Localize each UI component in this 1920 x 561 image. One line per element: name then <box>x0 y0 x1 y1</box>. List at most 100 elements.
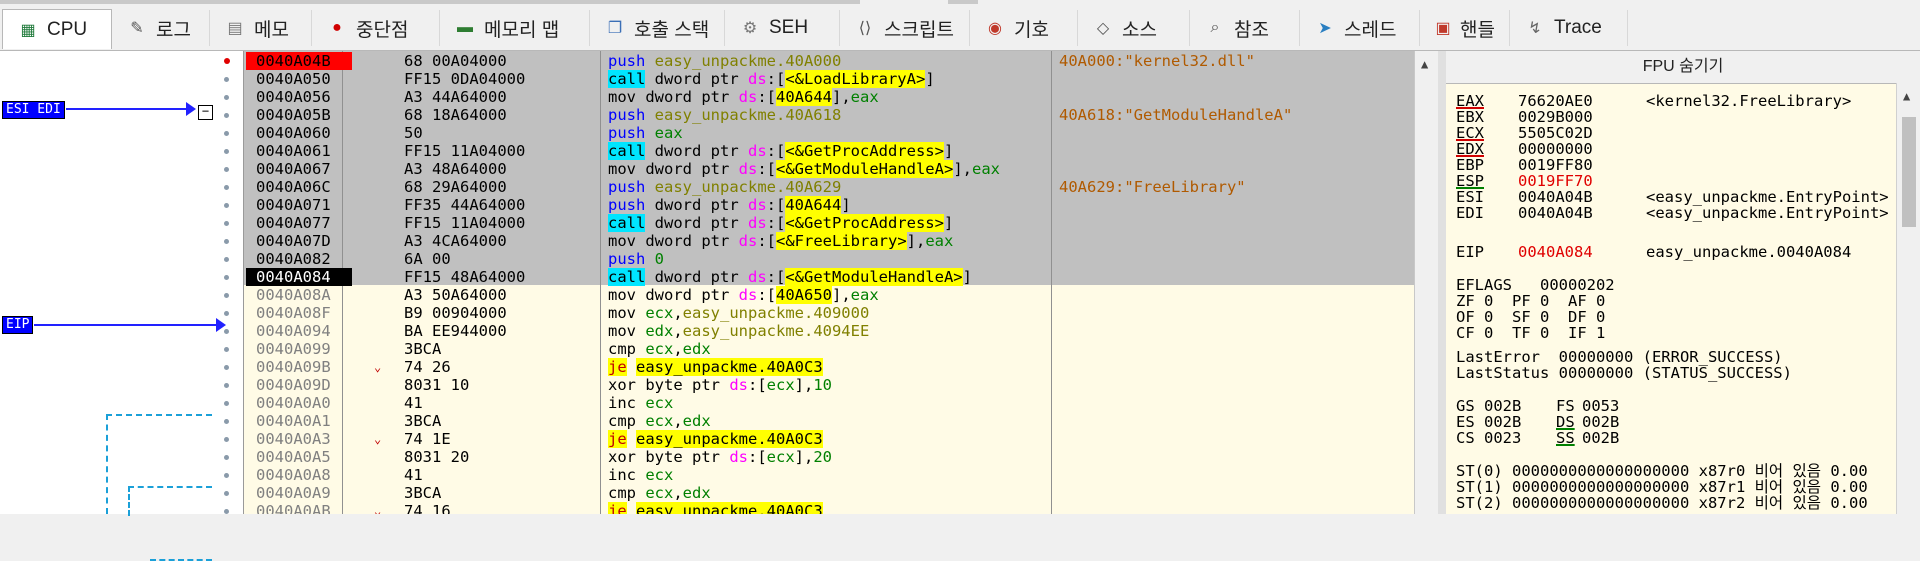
disasm-row[interactable]: 0040A071 FF35 44A64000 push dword ptr ds:[… <box>244 196 1414 214</box>
tab-notes[interactable]: ▤ 메모 <box>210 10 312 46</box>
register-row[interactable]: EDI 0040A04B <easy_unpackme.EntryPoint> <box>1456 205 1889 221</box>
tab-cpu[interactable]: ▦ CPU <box>2 9 112 49</box>
disasm-row[interactable]: 0040A0AB ⌄ 74 16 je easy_unpackme.40A0C3 <box>244 502 1414 514</box>
disasm-row[interactable]: 0040A060 50 push eax <box>244 124 1414 142</box>
breakpoint-dot[interactable] <box>224 58 230 64</box>
line-dot[interactable] <box>224 419 229 424</box>
tab-call-stack[interactable]: ❐ 호출 스택 <box>590 10 725 46</box>
scroll-up-icon[interactable]: ▲ <box>1421 57 1428 71</box>
disasm-row[interactable]: 0040A08A A3 50A64000 mov dword ptr ds:[40A… <box>244 286 1414 304</box>
tab-memory-map[interactable]: ▬ 메모리 맵 <box>440 10 590 46</box>
line-dot[interactable] <box>224 437 229 442</box>
segment-row[interactable]: CS 0023 SS 002B <box>1456 430 1619 446</box>
line-dot[interactable] <box>224 329 229 334</box>
tab-trace[interactable]: ↯ Trace <box>1510 10 1628 46</box>
line-dot[interactable] <box>224 509 229 514</box>
register-row[interactable]: EBP 0019FF80 <box>1456 157 1646 173</box>
register-row[interactable]: ECX 5505C02D <box>1456 125 1646 141</box>
tab-symbols[interactable]: ◉ 기호 <box>970 10 1078 46</box>
st-row[interactable]: ST(0) 0000000000000000000 x87r0 비어 있음 0.… <box>1456 463 1868 479</box>
tab-handles[interactable]: ▣ 핸들 <box>1420 10 1510 46</box>
disasm-row[interactable]: 0040A07D A3 4CA64000 mov dword ptr ds:[<&F… <box>244 232 1414 250</box>
line-dot[interactable] <box>224 401 229 406</box>
last-status-row[interactable]: LastStatus 00000000 (STATUS_SUCCESS) <box>1456 365 1792 381</box>
disasm-row[interactable]: 0040A056 A3 44A64000 mov dword ptr ds:[40A… <box>244 88 1414 106</box>
disasm-row[interactable]: 0040A04B 68 00A04000 push easy_unpackme.40… <box>244 52 1414 70</box>
line-dot[interactable] <box>224 239 229 244</box>
register-row[interactable]: ESP 0019FF70 <box>1456 173 1646 189</box>
register-panel[interactable]: FPU 숨기기 EAX 76620AE0 <kernel32.FreeLibrary… <box>1446 51 1920 514</box>
line-dot[interactable] <box>224 293 229 298</box>
line-dot[interactable] <box>224 383 229 388</box>
line-dot[interactable] <box>224 473 229 478</box>
tab-breakpoint[interactable]: ● 중단점 <box>312 10 440 46</box>
line-dot[interactable] <box>224 185 229 190</box>
eflags-row[interactable]: EFLAGS 00000202 <box>1456 277 1615 293</box>
instruction: cmp ecx,edx <box>608 412 711 430</box>
tab-log[interactable]: ✎ 로그 <box>112 10 210 46</box>
disasm-row[interactable]: 0040A0A3 ⌄ 74 1E je easy_unpackme.40A0C3 <box>244 430 1414 448</box>
disasm-row[interactable]: 0040A077 FF15 11A04000 call dword ptr ds:[… <box>244 214 1414 232</box>
disasm-row[interactable]: 0040A061 FF15 11A04000 call dword ptr ds:[… <box>244 142 1414 160</box>
address: 0040A084 <box>246 268 352 286</box>
line-dot[interactable] <box>224 257 229 262</box>
tab-threads[interactable]: ➤ 스레드 <box>1300 10 1420 46</box>
flags-row[interactable]: ZF 0 PF 0 AF 0 <box>1456 293 1605 309</box>
disasm-row[interactable]: 0040A0A8 41 inc ecx <box>244 466 1414 484</box>
st-row[interactable]: ST(1) 0000000000000000000 x87r1 비어 있음 0.… <box>1456 479 1868 495</box>
disasm-row[interactable]: 0040A0A5 8031 20 xor byte ptr ds:[ecx],20 <box>244 448 1414 466</box>
disasm-row[interactable]: 0040A0A9 3BCA cmp ecx,edx <box>244 484 1414 502</box>
line-dot[interactable] <box>224 167 229 172</box>
line-dot[interactable] <box>224 131 229 136</box>
disassembly-scrollbar[interactable]: ▲ <box>1414 51 1439 514</box>
segment-row[interactable]: ES 002B DS 002B <box>1456 414 1619 430</box>
line-dot[interactable] <box>224 77 229 82</box>
line-dot[interactable] <box>224 149 229 154</box>
disasm-row[interactable]: 0040A05B 68 18A64000 push easy_unpackme.40… <box>244 106 1414 124</box>
fpu-toggle-button[interactable]: FPU 숨기기 <box>1446 51 1920 84</box>
scroll-up-icon[interactable]: ▲ <box>1903 89 1910 103</box>
st-row[interactable]: ST(2) 0000000000000000000 x87r2 비어 있음 0.… <box>1456 495 1868 511</box>
panel-splitter[interactable] <box>1438 51 1446 514</box>
line-dot[interactable] <box>224 95 229 100</box>
tab-script[interactable]: ⟨⟩ 스크립트 <box>840 10 970 46</box>
flags-row[interactable]: OF 0 SF 0 DF 0 <box>1456 309 1605 325</box>
line-dot[interactable] <box>224 221 229 226</box>
line-dot[interactable] <box>224 275 229 280</box>
register-row[interactable]: EDX 00000000 <box>1456 141 1646 157</box>
line-dot[interactable] <box>224 347 229 352</box>
disasm-row[interactable]: 0040A099 3BCA cmp ecx,edx <box>244 340 1414 358</box>
disasm-row[interactable]: 0040A067 A3 48A64000 mov dword ptr ds:[<&G… <box>244 160 1414 178</box>
eip-row[interactable]: EIP 0040A084 easy_unpackme.0040A084 <box>1456 244 1851 260</box>
disasm-row[interactable]: 0040A084 FF15 48A64000 call dword ptr ds:[… <box>244 268 1414 286</box>
line-dot[interactable] <box>224 365 229 370</box>
tab-references[interactable]: ⌕ 참조 <box>1190 10 1300 46</box>
line-dot[interactable] <box>224 311 229 316</box>
line-dot[interactable] <box>224 455 229 460</box>
collapse-button[interactable]: − <box>198 105 213 120</box>
line-dot[interactable] <box>224 113 229 118</box>
disassembly-view[interactable]: 0040A04B 68 00A04000 push easy_unpackme.40… <box>244 51 1414 514</box>
disasm-row[interactable]: 0040A0A0 41 inc ecx <box>244 394 1414 412</box>
disasm-row[interactable]: 0040A0A1 3BCA cmp ecx,edx <box>244 412 1414 430</box>
segment-row[interactable]: GS 002B FS 0053 <box>1456 398 1619 414</box>
flags-row[interactable]: CF 0 TF 0 IF 1 <box>1456 325 1605 341</box>
last-error-row[interactable]: LastError 00000000 (ERROR_SUCCESS) <box>1456 349 1783 365</box>
disasm-row[interactable]: 0040A08F B9 00904000 mov ecx,easy_unpackme… <box>244 304 1414 322</box>
register-row[interactable]: EAX 76620AE0 <kernel32.FreeLibrary> <box>1456 93 1851 109</box>
disasm-row[interactable]: 0040A09D 8031 10 xor byte ptr ds:[ecx],10 <box>244 376 1414 394</box>
line-dot[interactable] <box>224 491 229 496</box>
tab-source[interactable]: ◇ 소스 <box>1078 10 1190 46</box>
register-row[interactable]: ESI 0040A04B <easy_unpackme.EntryPoint> <box>1456 189 1889 205</box>
disasm-row[interactable]: 0040A06C 68 29A64000 push easy_unpackme.40… <box>244 178 1414 196</box>
register-row[interactable]: EBX 0029B000 <box>1456 109 1646 125</box>
register-scrollbar[interactable]: ▲ <box>1896 83 1920 514</box>
tab-seh[interactable]: ⚙ SEH <box>725 10 840 46</box>
line-dot[interactable] <box>224 203 229 208</box>
disasm-row[interactable]: 0040A094 BA EE944000 mov edx,easy_unpackme… <box>244 322 1414 340</box>
scroll-thumb[interactable] <box>1902 117 1916 227</box>
register-name: EIP <box>1456 243 1484 261</box>
disasm-row[interactable]: 0040A050 FF15 0DA04000 call dword ptr ds:[… <box>244 70 1414 88</box>
disasm-row[interactable]: 0040A082 6A 00 push 0 <box>244 250 1414 268</box>
disasm-row[interactable]: 0040A09B ⌄ 74 26 je easy_unpackme.40A0C3 <box>244 358 1414 376</box>
